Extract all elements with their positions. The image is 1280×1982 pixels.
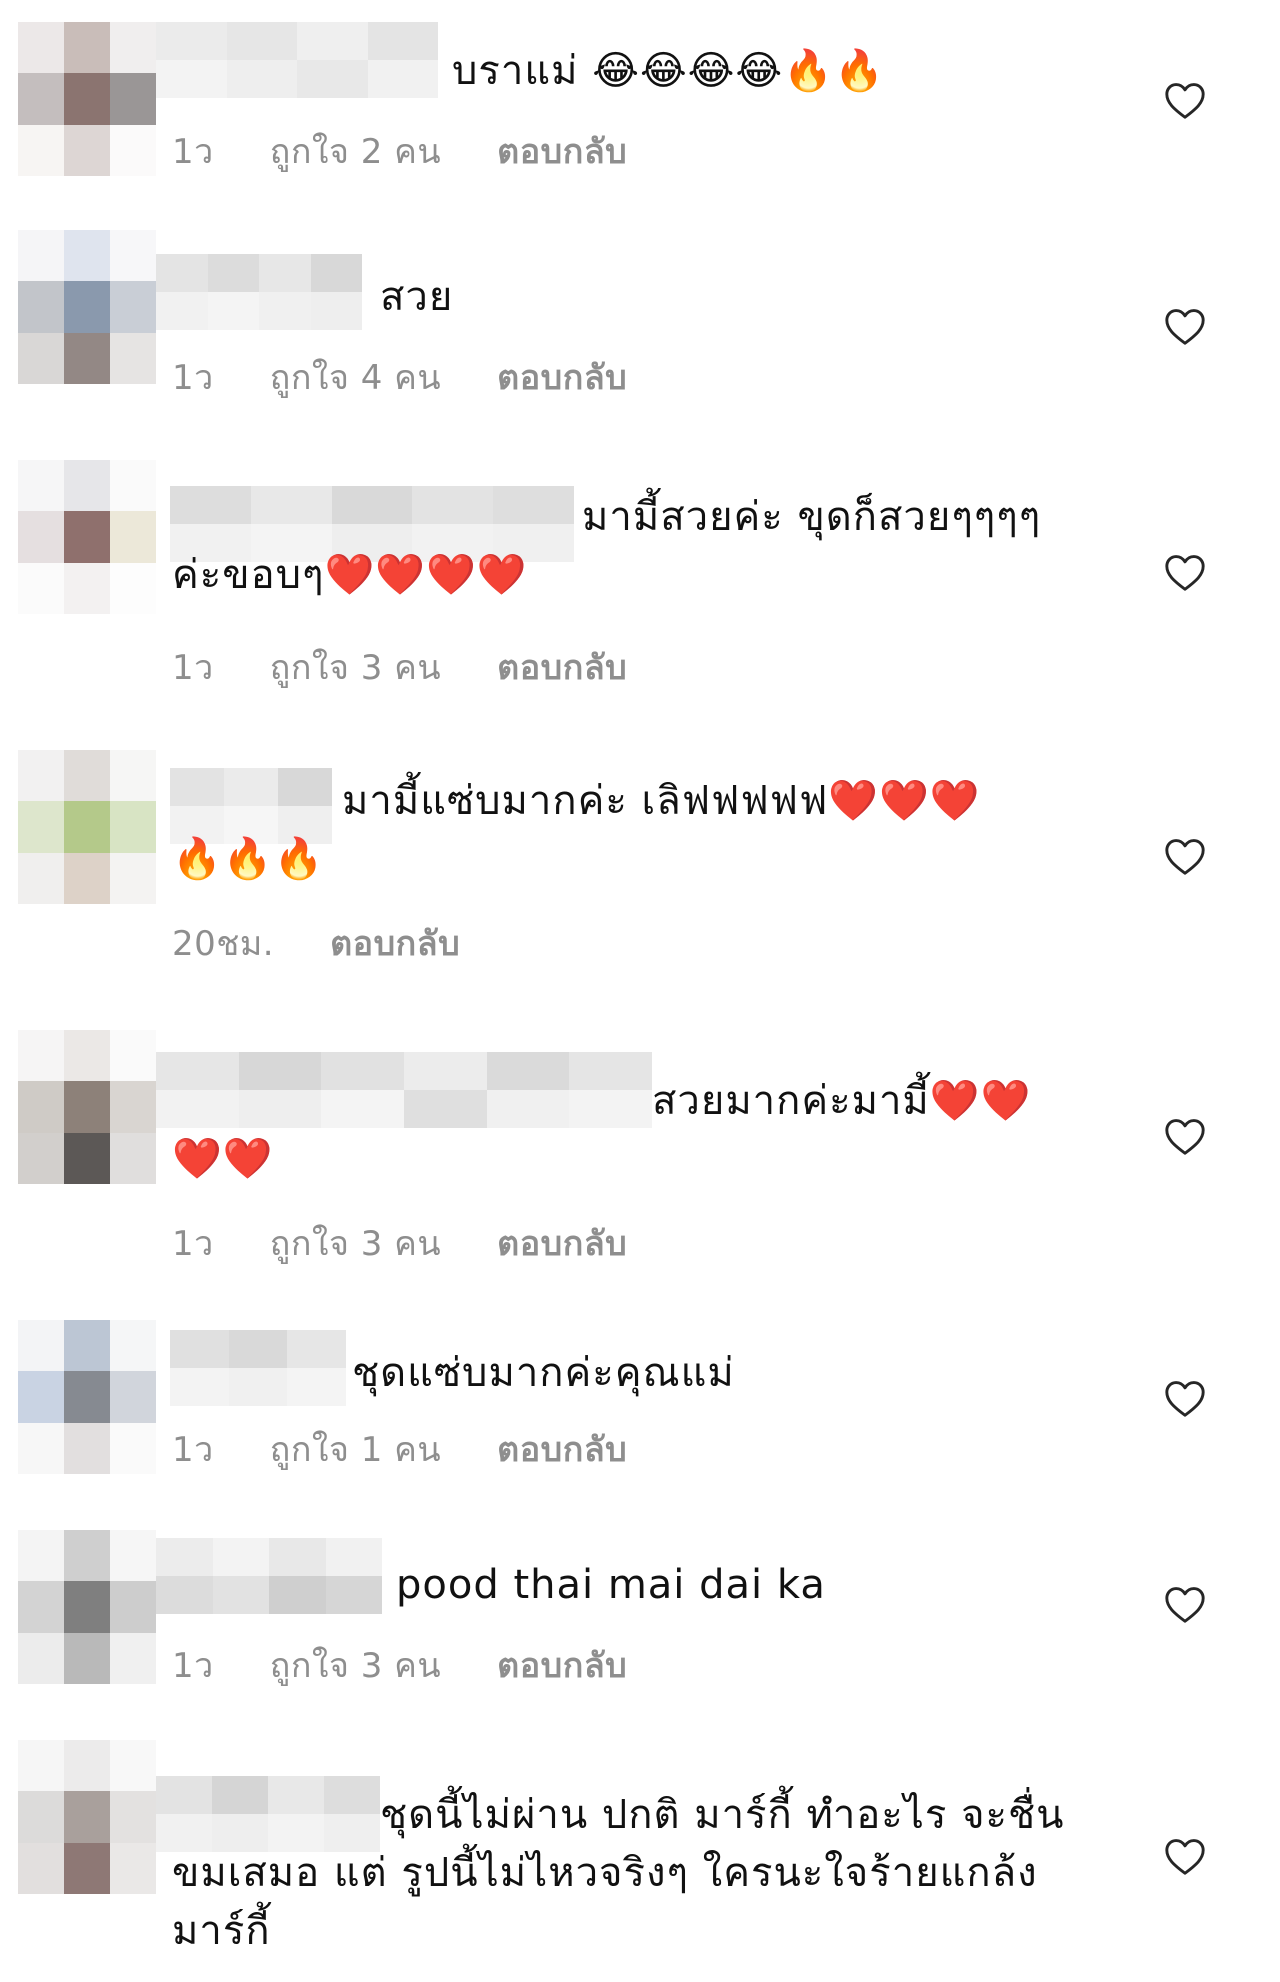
- heart-outline-icon: [1165, 1119, 1205, 1155]
- comment-text: pood thai mai dai ka: [396, 1562, 826, 1608]
- comment-meta: 1ว ถูกใจ 2 คน ตอบกลับ: [172, 124, 627, 178]
- like-count[interactable]: ถูกใจ 3 คน: [270, 1638, 441, 1692]
- avatar[interactable]: [18, 230, 156, 384]
- like-button[interactable]: [1163, 836, 1207, 876]
- like-button[interactable]: [1163, 80, 1207, 120]
- comment-text: สวย: [380, 274, 454, 320]
- comment-item: pood thai mai dai ka 1ว ถูกใจ 3 คน ตอบกล…: [0, 1520, 1280, 1730]
- reply-button[interactable]: ตอบกลับ: [497, 1422, 627, 1476]
- comment-item: ชุดแซ่บมากค่ะคุณแม่ 1ว ถูกใจ 1 คน ตอบกลั…: [0, 1310, 1280, 1520]
- like-button[interactable]: [1163, 1116, 1207, 1156]
- avatar[interactable]: [18, 22, 156, 176]
- comment-meta: 1ว ถูกใจ 3 คน ตอบกลับ: [172, 640, 627, 694]
- comment-text: ชุดแซ่บมากค่ะคุณแม่: [352, 1350, 735, 1396]
- comment-item: มามี้แซ่บมากค่ะ เลิฟฟฟฟฟ❤️❤️❤️ 🔥🔥🔥 20ชม.…: [0, 730, 1280, 1010]
- heart-outline-icon: [1165, 839, 1205, 875]
- comment-text: มามี้สวยค่ะ ขุดก็สวยๆๆๆๆ ค่ะขอบๆ❤️❤️❤️❤️: [172, 494, 1042, 598]
- comment-meta: 1ว ถูกใจ 3 คน ตอบกลับ: [172, 1638, 627, 1692]
- heart-outline-icon: [1165, 1381, 1205, 1417]
- comment-text: ชุดนี้ไม่ผ่าน ปกติ มาร์กี้ ทำอะไร จะชื่น…: [172, 1792, 1065, 1954]
- like-button[interactable]: [1163, 552, 1207, 592]
- comment-meta: 1ว ถูกใจ 1 คน ตอบกลับ: [172, 1422, 627, 1476]
- like-button[interactable]: [1163, 1584, 1207, 1624]
- heart-outline-icon: [1165, 1587, 1205, 1623]
- comment-time: 1ว: [172, 648, 214, 688]
- comment-time: 1ว: [172, 132, 214, 172]
- avatar[interactable]: [18, 1740, 156, 1894]
- username-redacted[interactable]: [156, 1538, 382, 1614]
- comment-item: สวยมากค่ะมามี้❤️❤️ ❤️❤️ 1ว ถูกใจ 3 คน ตอ…: [0, 1010, 1280, 1310]
- comment-time: 1ว: [172, 358, 214, 398]
- like-count[interactable]: ถูกใจ 3 คน: [270, 1216, 441, 1270]
- comment-text: บราแม่ 😂😂😂😂🔥🔥: [452, 48, 885, 94]
- username-redacted[interactable]: [156, 254, 362, 330]
- comment-meta: 1ว ถูกใจ 3 คน ตอบกลับ: [172, 1216, 627, 1270]
- heart-outline-icon: [1165, 555, 1205, 591]
- reply-button[interactable]: ตอบกลับ: [497, 640, 627, 694]
- avatar[interactable]: [18, 1320, 156, 1474]
- like-count[interactable]: ถูกใจ 1 คน: [270, 1422, 441, 1476]
- like-count[interactable]: ถูกใจ 2 คน: [270, 124, 441, 178]
- like-count[interactable]: ถูกใจ 3 คน: [270, 640, 441, 694]
- like-button[interactable]: [1163, 1836, 1207, 1876]
- comment-meta: 1ว ถูกใจ 4 คน ตอบกลับ: [172, 350, 627, 404]
- reply-button[interactable]: ตอบกลับ: [497, 1216, 627, 1270]
- avatar[interactable]: [18, 460, 156, 614]
- comment-item: บราแม่ 😂😂😂😂🔥🔥 1ว ถูกใจ 2 คน ตอบกลับ: [0, 0, 1280, 200]
- comment-time: 1ว: [172, 1224, 214, 1264]
- like-button[interactable]: [1163, 306, 1207, 346]
- heart-outline-icon: [1165, 1839, 1205, 1875]
- username-redacted[interactable]: [170, 1330, 346, 1406]
- username-redacted[interactable]: [156, 22, 438, 98]
- like-count[interactable]: ถูกใจ 4 คน: [270, 350, 441, 404]
- comment-text: มามี้แซ่บมากค่ะ เลิฟฟฟฟฟ❤️❤️❤️ 🔥🔥🔥: [172, 778, 981, 882]
- heart-outline-icon: [1165, 309, 1205, 345]
- reply-button[interactable]: ตอบกลับ: [497, 1638, 627, 1692]
- comment-meta: 20ชม. ตอบกลับ: [172, 916, 460, 970]
- comment-item: ชุดนี้ไม่ผ่าน ปกติ มาร์กี้ ทำอะไร จะชื่น…: [0, 1730, 1280, 1982]
- comment-item: สวย 1ว ถูกใจ 4 คน ตอบกลับ: [0, 200, 1280, 430]
- avatar[interactable]: [18, 1030, 156, 1184]
- avatar[interactable]: [18, 1530, 156, 1684]
- comment-time: 1ว: [172, 1430, 214, 1470]
- comment-time: 1ว: [172, 1646, 214, 1686]
- comment-time: 20ชม.: [172, 924, 275, 964]
- comment-item: มามี้สวยค่ะ ขุดก็สวยๆๆๆๆ ค่ะขอบๆ❤️❤️❤️❤️…: [0, 430, 1280, 730]
- reply-button[interactable]: ตอบกลับ: [330, 916, 460, 970]
- reply-button[interactable]: ตอบกลับ: [497, 124, 627, 178]
- reply-button[interactable]: ตอบกลับ: [497, 350, 627, 404]
- like-button[interactable]: [1163, 1378, 1207, 1418]
- avatar[interactable]: [18, 750, 156, 904]
- heart-outline-icon: [1165, 83, 1205, 119]
- comment-text: สวยมากค่ะมามี้❤️❤️ ❤️❤️: [172, 1078, 1032, 1182]
